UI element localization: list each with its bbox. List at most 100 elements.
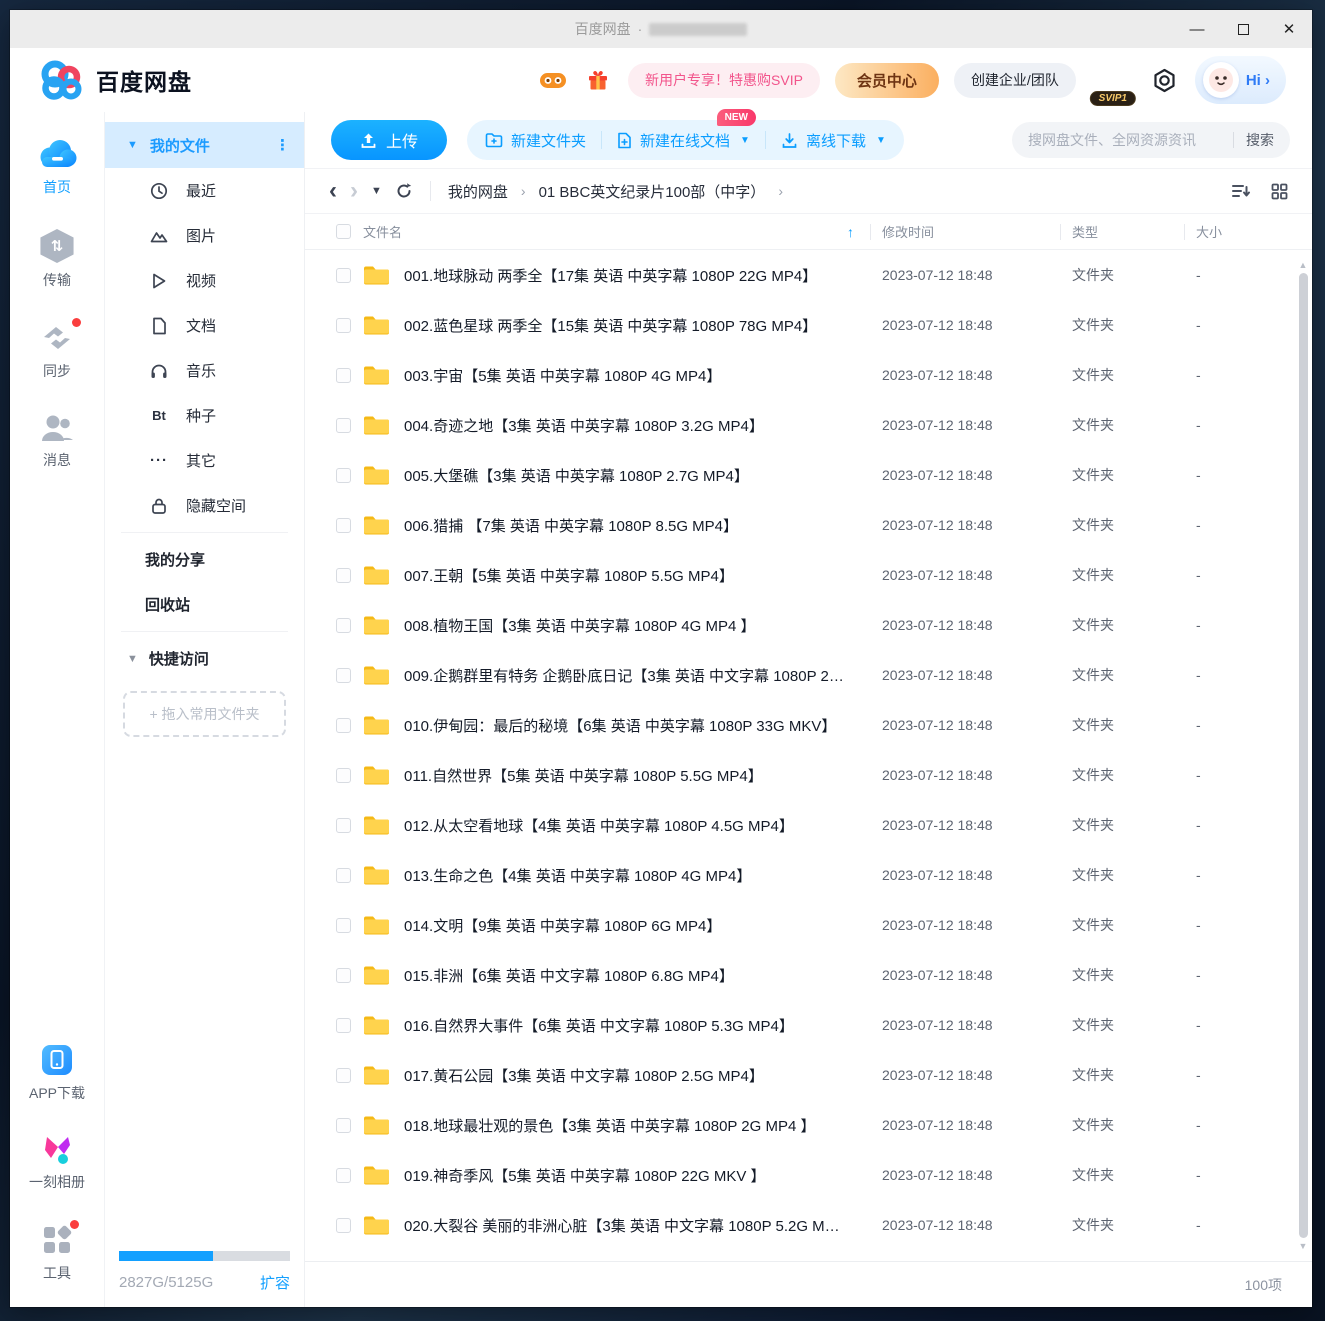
column-header-modified[interactable]: 修改时间 <box>882 222 934 241</box>
history-dropdown-caret-icon[interactable]: ▼ <box>371 185 382 197</box>
sidebar-item-quick-access[interactable]: ▼ 快捷访问 <box>105 636 304 681</box>
file-row-partial[interactable] <box>305 1250 1312 1261</box>
file-row[interactable]: 004.奇迹之地【3集 英语 中英字幕 1080P 3.2G MP4】 2023… <box>305 400 1312 450</box>
column-header-size[interactable]: 大小 <box>1196 222 1222 241</box>
file-row[interactable]: 011.自然世界【5集 英语 中英字幕 1080P 5.5G MP4】 2023… <box>305 750 1312 800</box>
file-row[interactable]: 010.伊甸园：最后的秘境【6集 英语 中英字幕 1080P 33G MKV】 … <box>305 700 1312 750</box>
rail-item-tools[interactable]: 工具 <box>41 1224 73 1283</box>
member-center-button[interactable]: 会员中心 <box>835 63 939 98</box>
sidebar-item-hidden-space[interactable]: 隐藏空间 <box>105 483 304 528</box>
file-row[interactable]: 018.地球最壮观的景色【3集 英语 中英字幕 1080P 2G MP4 】 2… <box>305 1100 1312 1150</box>
sort-ascending-icon[interactable]: ↑ <box>847 224 854 240</box>
back-button[interactable]: ‹ <box>329 179 337 203</box>
row-checkbox[interactable] <box>336 668 351 683</box>
file-modified: 2023-07-12 18:48 <box>870 1017 1060 1033</box>
row-checkbox[interactable] <box>336 1018 351 1033</box>
sort-order-icon[interactable] <box>1231 183 1251 199</box>
row-checkbox[interactable] <box>336 518 351 533</box>
offline-download-button[interactable]: 离线下载 ▼ <box>781 130 886 151</box>
file-row[interactable]: 019.神奇季风【5集 英语 中英字幕 1080P 22G MKV 】 2023… <box>305 1150 1312 1200</box>
file-row[interactable]: 005.大堡礁【3集 英语 中英字幕 1080P 2.7G MP4】 2023-… <box>305 450 1312 500</box>
favorite-folder-drop-zone[interactable]: + 拖入常用文件夹 <box>123 691 286 737</box>
file-row[interactable]: 007.王朝【5集 英语 中英字幕 1080P 5.5G MP4】 2023-0… <box>305 550 1312 600</box>
file-row[interactable]: 006.猎捕 【7集 英语 中英字幕 1080P 8.5G MP4】 2023-… <box>305 500 1312 550</box>
expand-storage-link[interactable]: 扩容 <box>260 1272 290 1293</box>
file-row[interactable]: 016.自然界大事件【6集 英语 中文字幕 1080P 5.3G MP4】 20… <box>305 1000 1312 1050</box>
breadcrumb-root[interactable]: 我的网盘 <box>448 181 508 202</box>
row-checkbox[interactable] <box>336 268 351 283</box>
row-checkbox[interactable] <box>336 1118 351 1133</box>
row-checkbox[interactable] <box>336 718 351 733</box>
file-row[interactable]: 014.文明【9集 英语 中英字幕 1080P 6G MP4】 2023-07-… <box>305 900 1312 950</box>
file-row[interactable]: 015.非洲【6集 英语 中文字幕 1080P 6.8G MP4】 2023-0… <box>305 950 1312 1000</box>
row-checkbox[interactable] <box>336 868 351 883</box>
sidebar-item-torrents[interactable]: Bt 种子 <box>105 393 304 438</box>
row-checkbox[interactable] <box>336 1218 351 1233</box>
gift-icon[interactable] <box>583 65 613 95</box>
folder-icon <box>363 864 390 886</box>
file-row[interactable]: 017.黄石公园【3集 英语 中文字幕 1080P 2.5G MP4】 2023… <box>305 1050 1312 1100</box>
maximize-button[interactable] <box>1220 10 1266 48</box>
rail-item-photos[interactable]: 一刻相册 <box>29 1135 85 1192</box>
sidebar-item-recycle-bin[interactable]: 回收站 <box>105 582 304 627</box>
scroll-down-icon[interactable]: ▼ <box>1299 1241 1308 1251</box>
assistant-widget[interactable]: Hi › <box>1195 56 1286 104</box>
rail-item-sync[interactable]: 同步 <box>39 322 75 381</box>
close-button[interactable]: ✕ <box>1266 10 1312 48</box>
file-row[interactable]: 008.植物王国【3集 英语 中英字幕 1080P 4G MP4 】 2023-… <box>305 600 1312 650</box>
file-row[interactable]: 013.生命之色【4集 英语 中英字幕 1080P 4G MP4】 2023-0… <box>305 850 1312 900</box>
sidebar-item-my-share[interactable]: 我的分享 <box>105 537 304 582</box>
my-files-more-icon[interactable]: ⋮ <box>275 136 290 154</box>
select-all-checkbox[interactable] <box>336 224 351 239</box>
scrollbar[interactable]: ▲ ▼ <box>1297 260 1309 1251</box>
file-row[interactable]: 009.企鹅群里有特务 企鹅卧底日记【3集 英语 中文字幕 1080P 2.5.… <box>305 650 1312 700</box>
new-folder-button[interactable]: 新建文件夹 <box>485 130 586 151</box>
row-checkbox[interactable] <box>336 968 351 983</box>
row-checkbox[interactable] <box>336 568 351 583</box>
minimize-button[interactable]: — <box>1174 10 1220 48</box>
sidebar-item-recent[interactable]: 最近 <box>105 168 304 213</box>
column-header-type[interactable]: 类型 <box>1072 222 1098 241</box>
svip-promo-button[interactable]: 新用户专享！特惠购SVIP <box>628 63 820 98</box>
create-enterprise-button[interactable]: 创建企业/团队 <box>954 63 1076 98</box>
game-icon[interactable] <box>538 65 568 95</box>
sidebar-item-others[interactable]: ··· 其它 <box>105 438 304 483</box>
row-checkbox[interactable] <box>336 818 351 833</box>
scrollbar-thumb[interactable] <box>1299 273 1308 1238</box>
file-row[interactable]: 020.大裂谷 美丽的非洲心脏【3集 英语 中文字幕 1080P 5.2G MP… <box>305 1200 1312 1250</box>
row-checkbox[interactable] <box>336 1168 351 1183</box>
user-avatar[interactable]: SVIP1 <box>1091 58 1135 102</box>
row-checkbox[interactable] <box>336 318 351 333</box>
rail-item-messages[interactable]: 消息 <box>40 413 74 470</box>
file-row[interactable]: 002.蓝色星球 两季全【15集 英语 中英字幕 1080P 78G MP4】 … <box>305 300 1312 350</box>
file-row[interactable]: 001.地球脉动 两季全【17集 英语 中英字幕 1080P 22G MP4】 … <box>305 250 1312 300</box>
row-checkbox[interactable] <box>336 1068 351 1083</box>
row-checkbox[interactable] <box>336 468 351 483</box>
scroll-up-icon[interactable]: ▲ <box>1299 260 1308 270</box>
sidebar-item-music[interactable]: 音乐 <box>105 348 304 393</box>
row-checkbox[interactable] <box>336 368 351 383</box>
new-online-doc-button[interactable]: NEW 新建在线文档 ▼ <box>617 130 750 151</box>
row-checkbox[interactable] <box>336 418 351 433</box>
rail-item-transfer[interactable]: ⇅ 传输 <box>39 229 75 290</box>
rail-item-home[interactable]: 首页 <box>37 138 77 197</box>
sidebar-item-documents[interactable]: 文档 <box>105 303 304 348</box>
forward-button[interactable]: › <box>350 179 358 203</box>
column-header-name[interactable]: 文件名 <box>363 222 402 241</box>
search-button[interactable]: 搜索 <box>1246 130 1274 150</box>
row-checkbox[interactable] <box>336 768 351 783</box>
breadcrumb-current-folder[interactable]: 01 BBC英文纪录片100部（中字） <box>539 181 766 202</box>
upload-button[interactable]: 上传 <box>331 120 447 160</box>
settings-gear-icon[interactable] <box>1150 65 1180 95</box>
row-checkbox[interactable] <box>336 918 351 933</box>
grid-view-icon[interactable] <box>1271 183 1288 200</box>
sidebar-item-videos[interactable]: 视频 <box>105 258 304 303</box>
refresh-button[interactable] <box>395 182 413 200</box>
rail-item-app-download[interactable]: APP下载 <box>29 1044 85 1103</box>
file-row[interactable]: 003.宇宙【5集 英语 中英字幕 1080P 4G MP4】 2023-07-… <box>305 350 1312 400</box>
sidebar-item-my-files[interactable]: ▼ 我的文件 ⋮ <box>105 122 304 168</box>
row-checkbox[interactable] <box>336 618 351 633</box>
search-input[interactable] <box>1028 132 1221 148</box>
sidebar-item-images[interactable]: 图片 <box>105 213 304 258</box>
file-row[interactable]: 012.从太空看地球【4集 英语 中英字幕 1080P 4.5G MP4】 20… <box>305 800 1312 850</box>
